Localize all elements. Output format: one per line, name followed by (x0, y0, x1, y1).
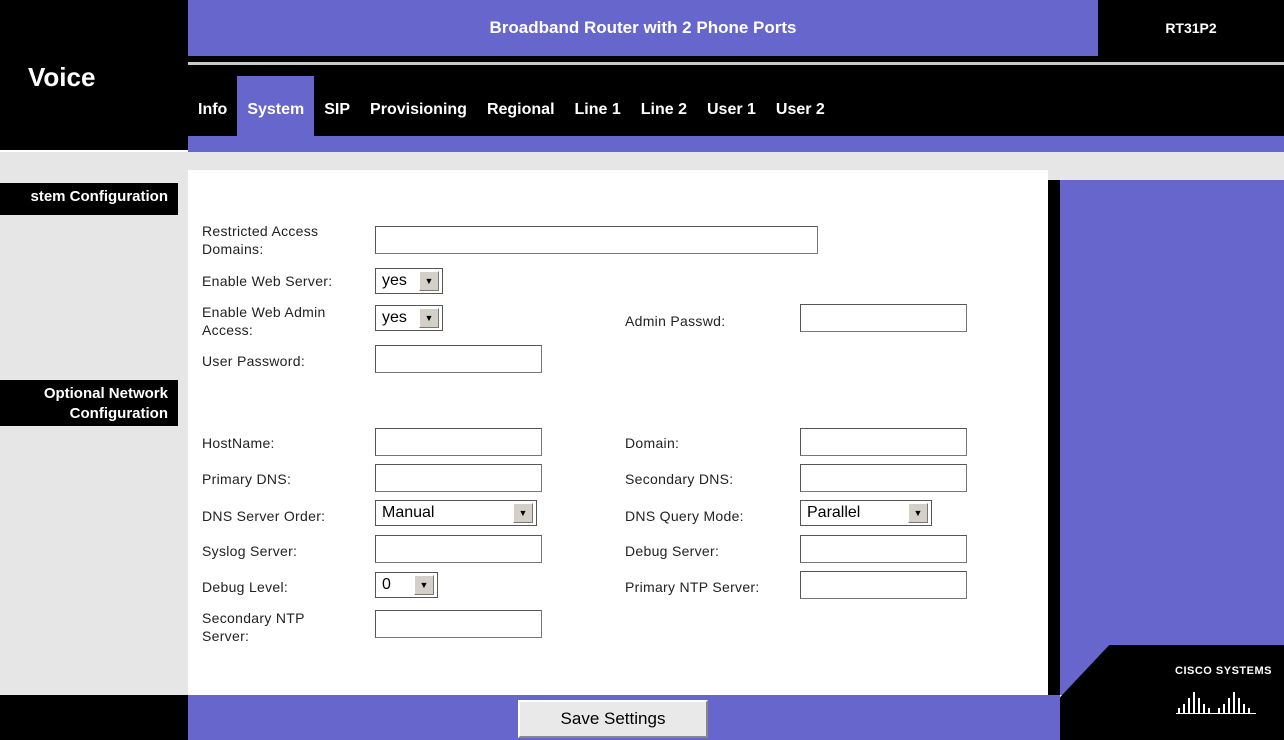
admin-passwd-input[interactable] (800, 304, 967, 332)
dns-query-mode-label: DNS Query Mode: (625, 508, 744, 524)
cisco-logo-text: CISCO SYSTEMS (1175, 665, 1272, 677)
primary-ntp-input[interactable] (800, 571, 967, 599)
secondary-dns-input[interactable] (800, 464, 967, 492)
primary-ntp-label: Primary NTP Server: (625, 579, 760, 595)
dns-query-mode-select[interactable]: Parallel ▼ (800, 500, 932, 526)
user-password-input[interactable] (375, 345, 542, 373)
chevron-down-icon: ▼ (419, 271, 439, 291)
dns-server-order-select[interactable]: Manual ▼ (375, 500, 537, 526)
separator (0, 152, 1284, 170)
tab-regional[interactable]: Regional (477, 76, 565, 136)
nav-tabs: Info System SIP Provisioning Regional Li… (188, 66, 835, 136)
admin-passwd-label: Admin Passwd: (625, 313, 726, 329)
debug-server-label: Debug Server: (625, 543, 720, 559)
page-title: Broadband Router with 2 Phone Ports (489, 18, 797, 37)
enable-web-admin-value: yes (382, 309, 407, 326)
restricted-access-domains-input[interactable] (375, 226, 818, 254)
dns-query-mode-value: Parallel (807, 504, 861, 521)
tab-line-1[interactable]: Line 1 (565, 76, 631, 136)
chevron-down-icon: ▼ (419, 308, 439, 328)
section-label-optional-network: Optional Network Configuration (0, 380, 178, 426)
chevron-down-icon: ▼ (414, 575, 434, 595)
enable-web-admin-select[interactable]: yes ▼ (375, 305, 443, 331)
secondary-ntp-label: Secondary NTP Server: (202, 610, 305, 644)
domain-input[interactable] (800, 428, 967, 456)
tab-line-2[interactable]: Line 2 (631, 76, 697, 136)
debug-server-input[interactable] (800, 535, 967, 563)
enable-web-server-value: yes (382, 272, 407, 289)
enable-web-admin-label: Enable Web Admin Access: (202, 304, 326, 338)
hostname-input[interactable] (375, 428, 542, 456)
primary-dns-input[interactable] (375, 464, 542, 492)
chevron-down-icon: ▼ (513, 503, 533, 523)
model-name: RT31P2 (1165, 20, 1217, 36)
secondary-ntp-input[interactable] (375, 610, 542, 638)
domain-label: Domain: (625, 435, 680, 451)
dns-server-order-label: DNS Server Order: (202, 508, 326, 524)
tab-info[interactable]: Info (188, 76, 237, 136)
tab-sip[interactable]: SIP (314, 76, 360, 136)
syslog-server-label: Syslog Server: (202, 543, 298, 559)
nav-sub-bar (188, 136, 1284, 152)
right-panel-edge (1048, 180, 1060, 695)
footer-black-block (0, 695, 188, 740)
sidebar (0, 170, 188, 695)
cisco-bridge-icon (1176, 692, 1256, 714)
debug-level-value: 0 (382, 576, 391, 593)
header-divider-line (188, 62, 1284, 65)
page-title-bar: Broadband Router with 2 Phone Ports (188, 0, 1098, 56)
user-password-label: User Password: (202, 353, 306, 369)
right-panel-top (1048, 170, 1284, 180)
dns-server-order-value: Manual (382, 504, 435, 521)
model-box: RT31P2 (1098, 0, 1284, 56)
voice-brand-label: Voice (28, 62, 96, 92)
syslog-server-input[interactable] (375, 535, 542, 563)
tab-system[interactable]: System (237, 76, 315, 136)
restricted-access-domains-label: Restricted Access Domains: (202, 223, 319, 257)
enable-web-server-select[interactable]: yes ▼ (375, 268, 443, 294)
tab-provisioning[interactable]: Provisioning (360, 76, 477, 136)
debug-level-label: Debug Level: (202, 579, 289, 595)
right-panel (1060, 180, 1284, 695)
primary-dns-label: Primary DNS: (202, 471, 292, 487)
save-settings-button[interactable]: Save Settings (518, 700, 708, 738)
section-label-system-configuration: stem Configuration (0, 183, 178, 215)
tab-user-2[interactable]: User 2 (766, 76, 835, 136)
hostname-label: HostName: (202, 435, 275, 451)
secondary-dns-label: Secondary DNS: (625, 471, 734, 487)
debug-level-select[interactable]: 0 ▼ (375, 572, 438, 598)
tab-user-1[interactable]: User 1 (697, 76, 766, 136)
enable-web-server-label: Enable Web Server: (202, 273, 333, 289)
chevron-down-icon: ▼ (908, 503, 928, 523)
